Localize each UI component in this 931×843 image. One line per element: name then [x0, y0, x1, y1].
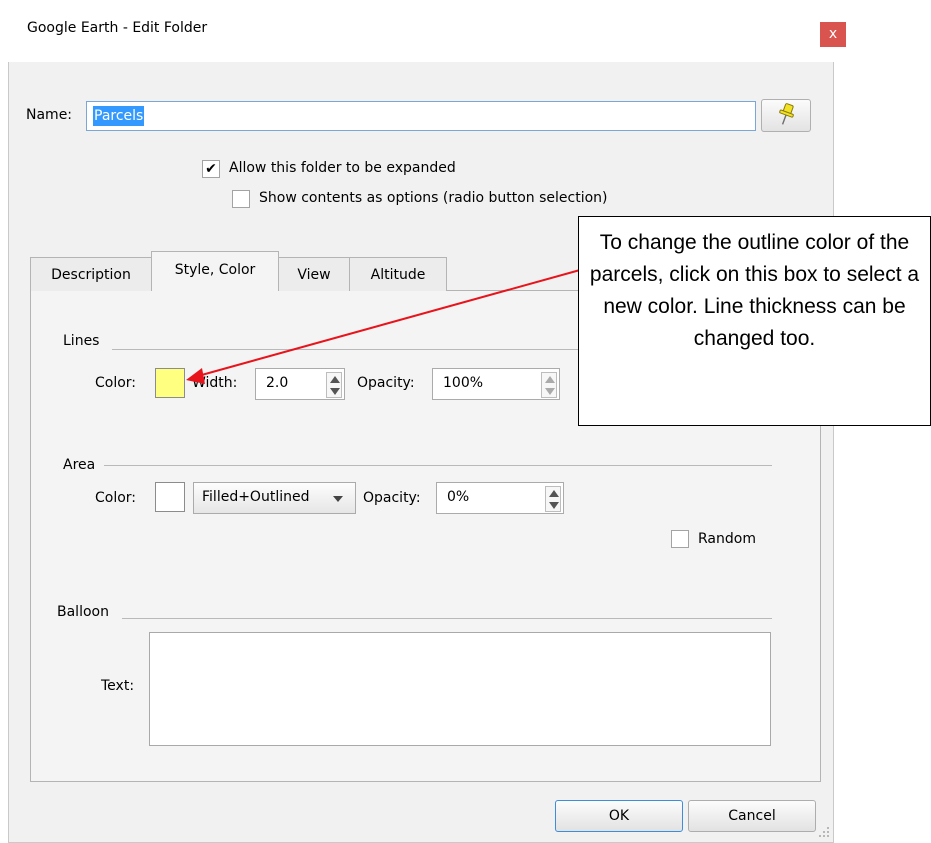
fill-mode-dropdown[interactable]: Filled+Outlined: [193, 482, 356, 514]
lines-width-spinbox[interactable]: 2.0: [255, 368, 345, 400]
area-color-swatch[interactable]: [155, 482, 185, 512]
pushpin-icon: [779, 103, 794, 125]
lines-opacity-spinbox[interactable]: 100%: [432, 368, 560, 400]
lines-opacity-stepper[interactable]: [541, 372, 557, 398]
resize-grip-icon[interactable]: [818, 826, 830, 838]
cancel-button[interactable]: Cancel: [688, 800, 816, 832]
balloon-text-label: Text:: [101, 678, 135, 694]
close-button[interactable]: x: [820, 22, 846, 47]
name-input-value: Parcels: [93, 106, 145, 126]
show-contents-label: Show contents as options (radio button s…: [259, 190, 608, 206]
lines-color-swatch[interactable]: [155, 368, 185, 398]
lines-width-label: Width:: [192, 375, 238, 391]
tab-altitude[interactable]: Altitude: [349, 257, 447, 291]
ok-button[interactable]: OK: [555, 800, 683, 832]
random-checkbox[interactable]: [671, 530, 689, 548]
checkmark-icon: ✔: [205, 161, 217, 177]
name-label: Name:: [26, 107, 73, 123]
lines-width-stepper[interactable]: [326, 372, 342, 398]
lines-opacity-value: 100%: [443, 375, 484, 391]
show-contents-checkbox[interactable]: [232, 190, 250, 208]
lines-section-label: Lines: [63, 333, 100, 349]
area-opacity-label: Opacity:: [363, 490, 421, 506]
allow-expand-checkbox[interactable]: ✔: [202, 160, 220, 178]
random-label: Random: [698, 531, 756, 547]
balloon-separator: [122, 618, 772, 619]
area-color-label: Color:: [95, 490, 137, 506]
close-icon: x: [828, 26, 838, 42]
tab-description[interactable]: Description: [30, 257, 152, 291]
chevron-down-icon: [333, 496, 343, 502]
area-separator: [104, 465, 772, 466]
name-input[interactable]: Parcels: [86, 101, 756, 131]
tab-view[interactable]: View: [278, 257, 350, 291]
fill-mode-value: Filled+Outlined: [202, 489, 310, 505]
tab-style-color[interactable]: Style, Color: [151, 251, 279, 291]
annotation-callout: To change the outline color of the parce…: [578, 216, 931, 426]
area-opacity-spinbox[interactable]: 0%: [436, 482, 564, 514]
area-opacity-stepper[interactable]: [545, 486, 561, 512]
balloon-text-area[interactable]: [149, 632, 771, 746]
balloon-section-label: Balloon: [57, 604, 109, 620]
lines-color-label: Color:: [95, 375, 137, 391]
lines-opacity-label: Opacity:: [357, 375, 415, 391]
window-title: Google Earth - Edit Folder: [27, 20, 208, 36]
icon-picker-button[interactable]: [761, 99, 811, 132]
area-section-label: Area: [63, 457, 96, 473]
lines-width-value: 2.0: [266, 375, 289, 391]
allow-expand-label: Allow this folder to be expanded: [229, 160, 456, 176]
area-opacity-value: 0%: [447, 489, 470, 505]
